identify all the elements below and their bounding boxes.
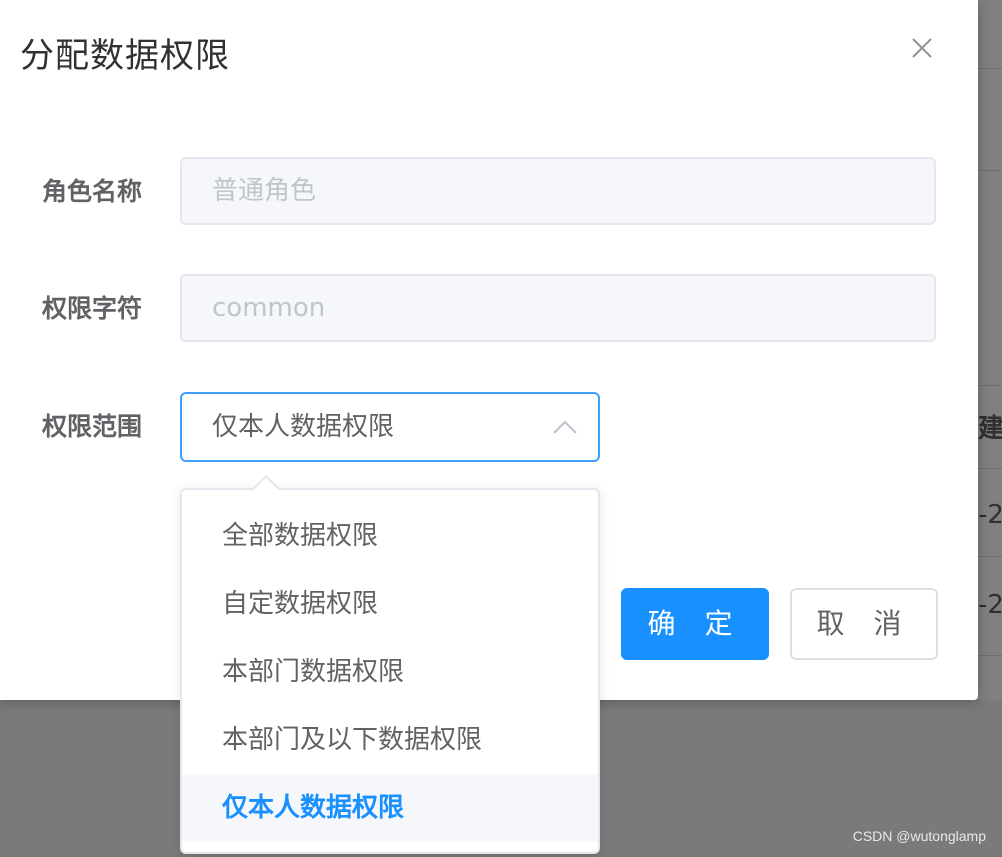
role-key-input[interactable]: common [180, 274, 936, 342]
option-self-only[interactable]: 仅本人数据权限 [182, 774, 598, 842]
data-scope-value: 仅本人数据权限 [212, 412, 395, 442]
role-name-input[interactable]: 普通角色 [180, 157, 936, 225]
close-icon[interactable] [906, 32, 938, 64]
bg-divider [978, 385, 1002, 386]
data-scope-dropdown: 全部数据权限 自定数据权限 本部门数据权限 本部门及以下数据权限 仅本人数据权限 [180, 474, 600, 854]
cancel-button[interactable]: 取 消 [790, 588, 938, 660]
role-key-label: 权限字符 [42, 294, 143, 323]
option-department[interactable]: 本部门数据权限 [182, 638, 598, 706]
confirm-button[interactable]: 确 定 [621, 588, 769, 660]
data-scope-label: 权限范围 [42, 412, 143, 441]
dialog-title: 分配数据权限 [20, 36, 230, 76]
option-department-and-below[interactable]: 本部门及以下数据权限 [182, 706, 598, 774]
bg-divider [978, 655, 1002, 656]
bg-divider [978, 68, 1002, 69]
watermark: CSDN @wutonglamp [852, 828, 986, 844]
chevron-up-icon [552, 418, 578, 436]
bg-cell: -2 [978, 500, 1002, 530]
option-custom[interactable]: 自定数据权限 [182, 570, 598, 638]
role-name-label: 角色名称 [42, 177, 143, 206]
bg-divider [978, 556, 1002, 557]
bg-divider [978, 468, 1002, 469]
bg-column-header: 建 [978, 414, 1002, 444]
data-scope-select[interactable]: 仅本人数据权限 [180, 392, 600, 462]
bg-cell: -2 [978, 590, 1002, 620]
option-all[interactable]: 全部数据权限 [182, 502, 598, 570]
bg-divider [978, 170, 1002, 171]
